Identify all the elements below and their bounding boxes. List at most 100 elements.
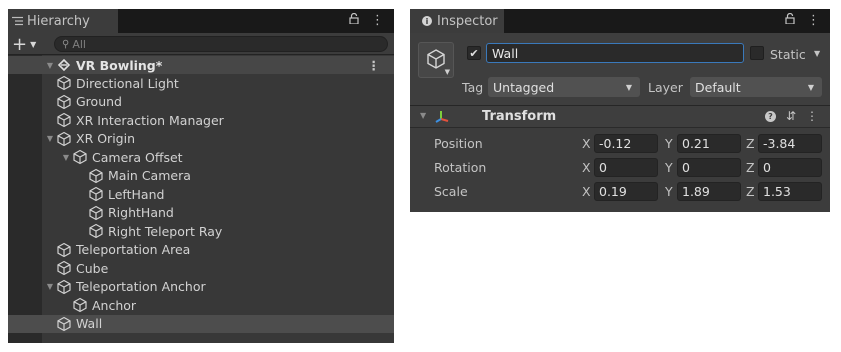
property-label[interactable]: Scale: [434, 184, 468, 199]
search-input[interactable]: ⚲ All: [54, 36, 388, 52]
chevron-down-icon[interactable]: ▼: [60, 153, 72, 162]
hierarchy-item[interactable]: LeftHand: [8, 185, 394, 203]
help-icon[interactable]: ?: [764, 111, 776, 122]
chevron-down-icon[interactable]: ▼: [44, 282, 56, 291]
hierarchy-item-label: Directional Light: [76, 75, 179, 91]
chevron-down-icon[interactable]: ▼: [44, 61, 56, 70]
transform-row-rotation: Rotation X 0 Y 0 Z 0: [410, 157, 830, 179]
lock-icon[interactable]: [349, 12, 359, 28]
number-field-z[interactable]: 0: [758, 158, 822, 177]
gameobject-cube-icon: [56, 316, 72, 332]
hierarchy-item-label: LeftHand: [108, 186, 165, 202]
object-name-field[interactable]: Wall: [486, 43, 744, 63]
static-label: Static: [770, 47, 806, 62]
inspector-tab-label: Inspector: [437, 13, 498, 29]
plus-icon: +: [12, 33, 28, 55]
axis-label-x[interactable]: X: [582, 184, 591, 199]
inspector-tab-bar: i Inspector ⋮: [410, 9, 830, 33]
chevron-down-icon: ▼: [807, 82, 814, 92]
axis-label-y[interactable]: Y: [665, 136, 673, 151]
hierarchy-item-label: Anchor: [92, 297, 137, 313]
property-label[interactable]: Position: [434, 136, 483, 151]
hierarchy-item[interactable]: ▼ Camera Offset: [8, 148, 394, 166]
number-field-x[interactable]: -0.12: [594, 134, 658, 153]
hierarchy-item[interactable]: ▼ XR Origin: [8, 130, 394, 148]
kebab-menu-icon[interactable]: ⋮: [806, 109, 818, 123]
chevron-down-icon: ▼: [625, 82, 632, 92]
list-icon: [12, 14, 23, 29]
chevron-down-icon[interactable]: ▼: [420, 111, 426, 120]
hierarchy-item[interactable]: Main Camera: [8, 167, 394, 185]
hierarchy-item-label: Camera Offset: [92, 149, 183, 165]
hierarchy-panel: Hierarchy ⋮ + ▼ ⚲ All ▼ VR Bowling* ⋮ Di…: [8, 9, 394, 343]
axis-label-x[interactable]: X: [582, 136, 591, 151]
tag-dropdown[interactable]: Untagged ▼: [488, 77, 640, 97]
kebab-menu-icon[interactable]: ⋮: [807, 13, 820, 28]
chevron-down-icon: ▼: [30, 39, 37, 49]
hierarchy-item-label: Main Camera: [108, 168, 191, 183]
tab-inspector[interactable]: i Inspector: [410, 9, 504, 33]
object-icon-button[interactable]: ▼: [418, 42, 454, 78]
axis-label-y[interactable]: Y: [665, 160, 673, 175]
chevron-down-icon[interactable]: ▼: [44, 134, 56, 143]
number-field-x[interactable]: 0.19: [594, 182, 658, 201]
preset-sliders-icon[interactable]: ⇵: [786, 109, 796, 123]
scene-name: VR Bowling*: [76, 57, 163, 73]
kebab-menu-icon[interactable]: ⋮: [368, 58, 381, 73]
check-icon: ✔: [469, 46, 479, 60]
kebab-menu-icon[interactable]: ⋮: [371, 13, 384, 28]
chevron-down-icon[interactable]: ▼: [814, 49, 820, 58]
gameobject-cube-icon: [56, 75, 72, 91]
axis-label-z[interactable]: Z: [746, 184, 755, 199]
layer-dropdown[interactable]: Default ▼: [690, 77, 822, 97]
hierarchy-item[interactable]: Ground: [8, 93, 394, 111]
tab-hierarchy[interactable]: Hierarchy: [8, 9, 118, 33]
hierarchy-item[interactable]: Cube: [8, 259, 394, 277]
gameobject-cube-icon: [88, 205, 104, 221]
number-field-y[interactable]: 0.21: [677, 134, 741, 153]
gameobject-cube-icon: [56, 94, 72, 110]
hierarchy-item-label: RightHand: [108, 205, 174, 220]
axis-label-z[interactable]: Z: [746, 136, 755, 151]
hierarchy-item[interactable]: Wall: [8, 314, 394, 333]
hierarchy-item-label: Teleportation Area: [76, 242, 191, 257]
static-checkbox[interactable]: [750, 46, 764, 60]
hierarchy-item-label: XR Interaction Manager: [76, 112, 224, 128]
axis-label-z[interactable]: Z: [746, 160, 755, 175]
number-field-x[interactable]: 0: [594, 158, 658, 177]
number-field-z[interactable]: -3.84: [758, 134, 822, 153]
axis-label-y[interactable]: Y: [665, 184, 673, 199]
search-placeholder: All: [72, 37, 86, 51]
number-field-z[interactable]: 1.53: [758, 182, 822, 201]
number-field-y[interactable]: 0: [677, 158, 741, 177]
transform-component-header[interactable]: ▼ Transform ? ⇵ ⋮: [410, 106, 830, 128]
tag-label: Tag: [462, 80, 484, 95]
info-icon: i: [422, 16, 432, 26]
hierarchy-item[interactable]: Right Teleport Ray: [8, 222, 394, 240]
hierarchy-item[interactable]: Directional Light: [8, 74, 394, 92]
hierarchy-item[interactable]: XR Interaction Manager: [8, 111, 394, 129]
hierarchy-item-label: Cube: [76, 260, 109, 276]
axis-label-x[interactable]: X: [582, 160, 591, 175]
property-label[interactable]: Rotation: [434, 160, 486, 175]
active-checkbox[interactable]: ✔: [467, 46, 481, 60]
search-icon: ⚲: [62, 38, 70, 50]
create-dropdown-button[interactable]: + ▼: [12, 33, 46, 55]
transform-row-scale: Scale X 0.19 Y 1.89 Z 1.53: [410, 181, 830, 203]
lock-icon[interactable]: [785, 12, 795, 28]
hierarchy-item[interactable]: ▼ Teleportation Anchor: [8, 278, 394, 296]
object-name-value: Wall: [492, 45, 519, 61]
hierarchy-item[interactable]: Teleportation Area: [8, 241, 394, 259]
chevron-down-icon: ▼: [444, 68, 450, 76]
gameobject-cube-icon: [72, 149, 88, 165]
hierarchy-item[interactable]: Anchor: [8, 296, 394, 314]
hierarchy-item[interactable]: RightHand: [8, 204, 394, 222]
hierarchy-item-label: XR Origin: [76, 131, 136, 146]
number-field-y[interactable]: 1.89: [677, 182, 741, 201]
gameobject-cube-icon: [88, 186, 104, 202]
hierarchy-item-label: Teleportation Anchor: [76, 279, 206, 294]
gameobject-cube-icon: [56, 242, 72, 258]
gameobject-cube-icon: [56, 279, 72, 295]
scene-header[interactable]: ▼ VR Bowling* ⋮: [8, 56, 394, 74]
hierarchy-tab-label: Hierarchy: [27, 13, 90, 29]
